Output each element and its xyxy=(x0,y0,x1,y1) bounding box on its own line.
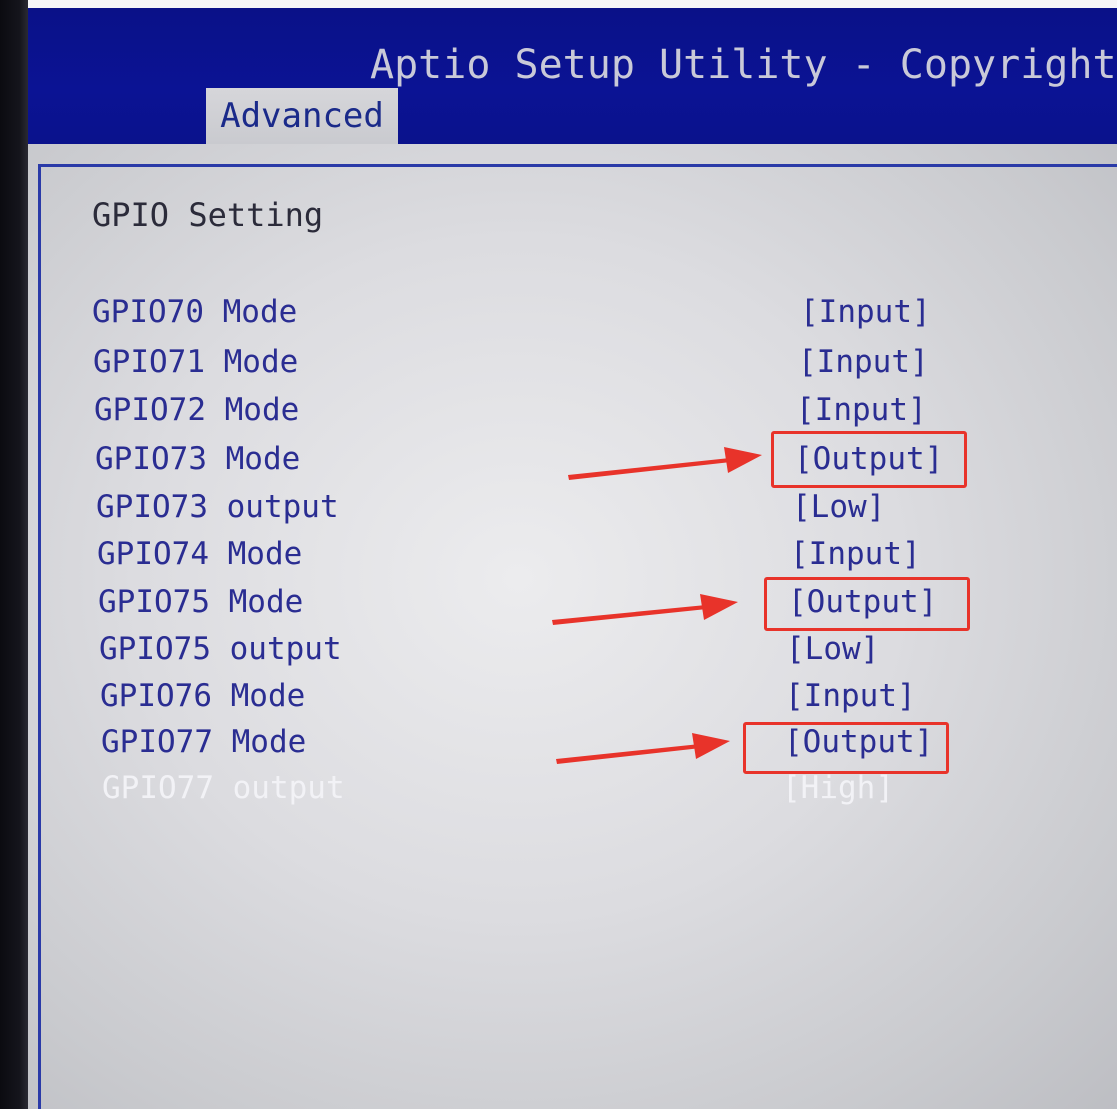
setting-row-gpio73-output[interactable]: GPIO73 output [Low] xyxy=(28,483,1117,531)
highlight-box-gpio73-mode xyxy=(771,431,967,488)
setting-row-gpio77-mode[interactable]: GPIO77 Mode [Output] xyxy=(28,718,1117,766)
title-bar: Aptio Setup Utility - Copyright (C) 202 … xyxy=(28,8,1117,144)
setting-value[interactable]: [Input] xyxy=(798,338,929,386)
setting-value[interactable]: [Input] xyxy=(796,386,927,434)
setting-label: GPIO74 Mode xyxy=(97,536,303,572)
setting-row-gpio72-mode[interactable]: GPIO72 Mode [Input] xyxy=(28,386,1117,434)
highlight-box-gpio75-mode xyxy=(764,577,970,631)
setting-label: GPIO77 Mode xyxy=(101,724,307,760)
setting-label: GPIO71 Mode xyxy=(93,344,299,380)
setting-row-gpio77-output[interactable]: GPIO77 output [High] xyxy=(28,764,1117,812)
setting-label: GPIO70 Mode xyxy=(92,294,298,330)
setting-row-gpio75-output[interactable]: GPIO75 output [Low] xyxy=(28,625,1117,673)
tab-advanced[interactable]: Advanced xyxy=(206,88,398,144)
setting-label: GPIO77 output xyxy=(102,770,345,806)
app-title: Aptio Setup Utility - Copyright (C) 202 xyxy=(370,42,1117,88)
monitor-bezel xyxy=(0,0,28,1109)
setting-value[interactable]: [Input] xyxy=(800,288,931,336)
bios-screen-photo: Aptio Setup Utility - Copyright (C) 202 … xyxy=(0,0,1117,1109)
setting-value[interactable]: [Low] xyxy=(792,483,885,531)
setting-value[interactable]: [Low] xyxy=(786,625,879,673)
setting-label: GPIO73 output xyxy=(96,489,339,525)
setting-label: GPIO72 Mode xyxy=(94,392,300,428)
setting-label: GPIO75 output xyxy=(99,631,342,667)
setting-value[interactable]: [Input] xyxy=(785,672,916,720)
section-title: GPIO Setting xyxy=(92,196,324,234)
bios-screen: Aptio Setup Utility - Copyright (C) 202 … xyxy=(28,8,1117,1109)
panel-frame-top xyxy=(38,164,1117,167)
setting-label: GPIO73 Mode xyxy=(95,441,301,477)
setting-label: GPIO76 Mode xyxy=(100,678,306,714)
setting-row-gpio71-mode[interactable]: GPIO71 Mode [Input] xyxy=(28,338,1117,386)
setting-value[interactable]: [Input] xyxy=(790,530,921,578)
setting-row-gpio74-mode[interactable]: GPIO74 Mode [Input] xyxy=(28,530,1117,578)
setting-row-gpio70-mode[interactable]: GPIO70 Mode [Input] xyxy=(28,288,1117,336)
setting-row-gpio76-mode[interactable]: GPIO76 Mode [Input] xyxy=(28,672,1117,720)
setting-label: GPIO75 Mode xyxy=(98,584,304,620)
highlight-box-gpio77-mode xyxy=(743,722,949,774)
